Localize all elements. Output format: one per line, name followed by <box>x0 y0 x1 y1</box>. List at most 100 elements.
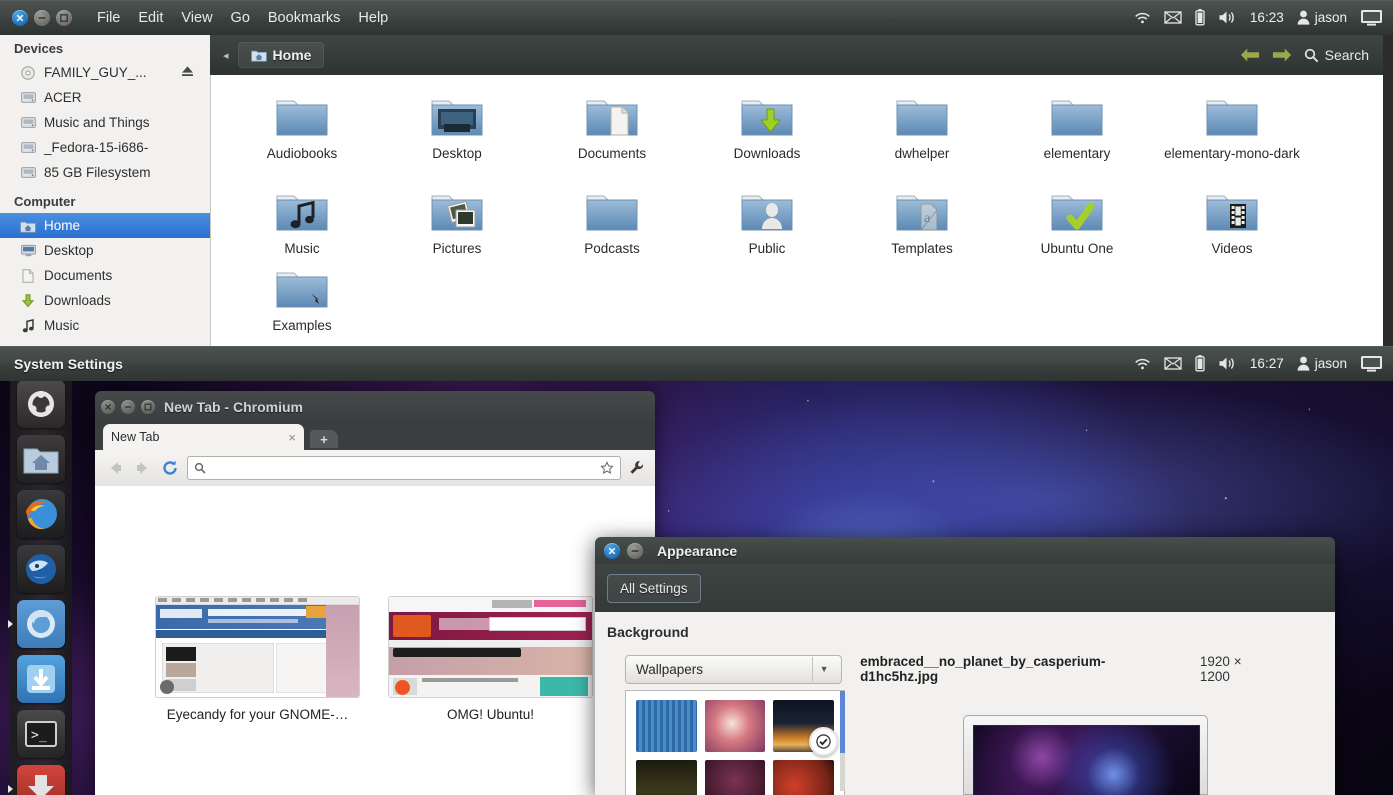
system-settings-panel[interactable]: System Settings 16:27 jason <box>0 346 1393 381</box>
panel-user-menu[interactable]: jason <box>1297 10 1347 25</box>
launcher-item-transmission[interactable] <box>8 765 65 795</box>
chromium-tab[interactable]: New Tab × <box>103 424 304 450</box>
menu-go[interactable]: Go <box>222 7 259 29</box>
scrollbar-thumb[interactable] <box>840 691 845 753</box>
folder-item-public[interactable]: Public <box>692 180 842 256</box>
folder-item-music[interactable]: Music <box>227 180 377 256</box>
thumbnail-item[interactable]: OMG! Ubuntu! <box>388 596 593 722</box>
top-panel[interactable]: File Edit View Go Bookmarks Help 16:23 j… <box>0 0 1393 35</box>
search-button[interactable]: Search <box>1304 47 1369 63</box>
menu-bookmarks[interactable]: Bookmarks <box>259 7 350 29</box>
back-arrow-icon[interactable] <box>105 459 125 477</box>
file-manager-icon-view[interactable]: Audiobooks Desktop Documents Downloads d… <box>211 75 1383 346</box>
folder-item-elementary[interactable]: elementary <box>1002 85 1152 161</box>
appearance-close-button[interactable] <box>604 542 620 559</box>
breadcrumb[interactable]: ◂ Home <box>220 42 325 68</box>
launcher-item-ubuntu-dash[interactable] <box>17 380 65 428</box>
wallpaper-thumb-warm-bokeh[interactable] <box>704 700 766 752</box>
file-manager-sidebar[interactable]: Devices FAMILY_GUY_... ACER Music and Th… <box>0 35 211 346</box>
panel-clock[interactable]: 16:27 <box>1250 356 1284 371</box>
menubar[interactable]: File Edit View Go Bookmarks Help <box>88 7 397 29</box>
folder-item-desktop[interactable]: Desktop <box>382 85 532 161</box>
back-arrow-icon[interactable] <box>1240 46 1260 64</box>
session-indicator-icon[interactable] <box>1360 355 1383 372</box>
thumbnail-item[interactable]: Eyecandy for your GNOME-… <box>155 596 360 722</box>
panel-clock[interactable]: 16:23 <box>1250 10 1284 25</box>
sidebar-item-acer[interactable]: ACER <box>0 85 210 110</box>
chromium-maximize-button[interactable] <box>141 399 155 414</box>
folder-item-videos[interactable]: Videos <box>1157 180 1307 256</box>
chromium-omnibox[interactable] <box>187 456 621 480</box>
sidebar-item-documents[interactable]: Documents <box>0 263 210 288</box>
window-controls[interactable] <box>12 9 72 26</box>
folder-item-dwhelper[interactable]: dwhelper <box>847 85 997 161</box>
sidebar-item-home[interactable]: Home <box>0 213 210 238</box>
folder-item-templates[interactable]: a Templates <box>847 180 997 256</box>
wallpaper-thumb-desert-sunset[interactable] <box>773 700 838 756</box>
file-manager-pathbar[interactable]: ◂ Home Search <box>210 35 1383 75</box>
close-button[interactable] <box>12 9 28 26</box>
appearance-minimize-button[interactable] <box>627 542 643 559</box>
forward-arrow-icon[interactable] <box>133 459 153 477</box>
panel-indicators[interactable]: 16:23 jason <box>1134 9 1383 26</box>
unity-launcher[interactable]: >_ <box>8 371 72 795</box>
wifi-icon[interactable] <box>1134 11 1151 25</box>
appearance-titlebar[interactable]: Appearance <box>595 537 1335 564</box>
volume-icon[interactable] <box>1218 10 1237 25</box>
wallpaper-grid-scrollbar[interactable] <box>840 691 845 791</box>
panel-user-menu[interactable]: jason <box>1297 356 1347 371</box>
sidebar-item-85gb-filesystem[interactable]: 85 GB Filesystem <box>0 160 210 185</box>
wallpaper-thumb-red-berries[interactable] <box>773 760 834 795</box>
launcher-item-home-folder[interactable] <box>17 435 65 483</box>
mail-icon[interactable] <box>1164 357 1182 370</box>
folder-item-podcasts[interactable]: Podcasts <box>537 180 687 256</box>
all-settings-button[interactable]: All Settings <box>607 573 701 603</box>
maximize-button[interactable] <box>56 9 72 26</box>
folder-item-ubuntu-one[interactable]: Ubuntu One <box>1002 180 1152 256</box>
mail-icon[interactable] <box>1164 11 1182 24</box>
launcher-item-thunderbird[interactable] <box>17 545 65 593</box>
sidebar-item-music[interactable]: Music <box>0 313 210 338</box>
launcher-item-chromium[interactable] <box>8 600 65 648</box>
volume-icon[interactable] <box>1218 356 1237 371</box>
forward-arrow-icon[interactable] <box>1272 46 1292 64</box>
chromium-close-button[interactable] <box>101 399 115 414</box>
reload-icon[interactable] <box>161 459 179 477</box>
chromium-toolbar[interactable] <box>95 450 655 487</box>
wallpaper-thumb-blue-stripes[interactable] <box>636 700 697 752</box>
pathbar-scroll-left-icon[interactable]: ◂ <box>220 49 232 62</box>
file-manager-toolbar-right[interactable]: Search <box>1240 46 1369 64</box>
sidebar-item-family-guy[interactable]: FAMILY_GUY_... <box>0 60 210 85</box>
chromium-minimize-button[interactable] <box>121 399 135 414</box>
launcher-item-firefox[interactable] <box>17 490 65 538</box>
battery-icon[interactable] <box>1195 9 1205 26</box>
bookmark-star-icon[interactable] <box>600 461 614 475</box>
wallpaper-source-dropdown[interactable]: Wallpapers ▼ <box>625 654 843 684</box>
menu-view[interactable]: View <box>172 7 221 29</box>
chromium-tabstrip[interactable]: New Tab × + <box>95 422 655 450</box>
folder-item-audiobooks[interactable]: Audiobooks <box>227 85 377 161</box>
sidebar-item-music-and-things[interactable]: Music and Things <box>0 110 210 135</box>
launcher-item-terminal[interactable]: >_ <box>17 710 65 758</box>
wallpaper-grid[interactable] <box>625 690 845 795</box>
file-manager-window[interactable]: Devices FAMILY_GUY_... ACER Music and Th… <box>0 35 1383 346</box>
folder-item-elementary-mono-dark[interactable]: elementary-mono-dark <box>1157 85 1307 161</box>
launcher-item-software-center[interactable] <box>17 655 65 703</box>
menu-edit[interactable]: Edit <box>129 7 172 29</box>
chromium-new-tab-button[interactable]: + <box>310 430 338 448</box>
folder-item-pictures[interactable]: Pictures <box>382 180 532 256</box>
wrench-menu-icon[interactable] <box>629 460 645 476</box>
folder-item-downloads[interactable]: Downloads <box>692 85 842 161</box>
sidebar-item-desktop[interactable]: Desktop <box>0 238 210 263</box>
chromium-address-input[interactable] <box>212 460 594 476</box>
panel-indicators-second[interactable]: 16:27 jason <box>1134 355 1383 372</box>
session-indicator-icon[interactable] <box>1360 9 1383 26</box>
chromium-titlebar[interactable]: New Tab - Chromium <box>95 391 655 422</box>
folder-item-examples[interactable]: Examples <box>227 257 377 333</box>
breadcrumb-home[interactable]: Home <box>237 42 325 68</box>
menu-file[interactable]: File <box>88 7 129 29</box>
wallpaper-thumb-dark-olive[interactable] <box>636 760 697 795</box>
menu-help[interactable]: Help <box>349 7 397 29</box>
sidebar-item-downloads[interactable]: Downloads <box>0 288 210 313</box>
chromium-window[interactable]: New Tab - Chromium New Tab × + Eyecandy … <box>95 391 655 795</box>
